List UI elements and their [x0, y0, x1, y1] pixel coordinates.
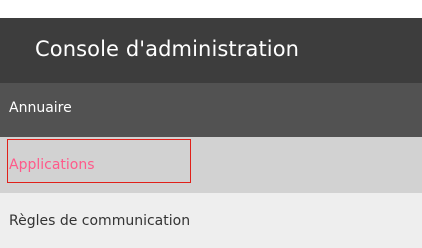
- console-title: Console d'administration: [35, 37, 300, 61]
- menu-item-label: Applications: [9, 157, 95, 173]
- admin-menu: Annuaire Applications Règles de communic…: [0, 83, 422, 248]
- menu-item-label: Règles de communication: [9, 213, 191, 229]
- console-header: Console d'administration: [0, 18, 422, 83]
- menu-item-label: Annuaire: [9, 100, 72, 116]
- menu-item-annuaire[interactable]: Annuaire: [0, 83, 422, 137]
- menu-item-applications[interactable]: Applications: [0, 137, 422, 193]
- admin-console-panel: Console d'administration Annuaire Applic…: [0, 0, 422, 248]
- menu-item-regles-de-communication[interactable]: Règles de communication: [0, 193, 422, 248]
